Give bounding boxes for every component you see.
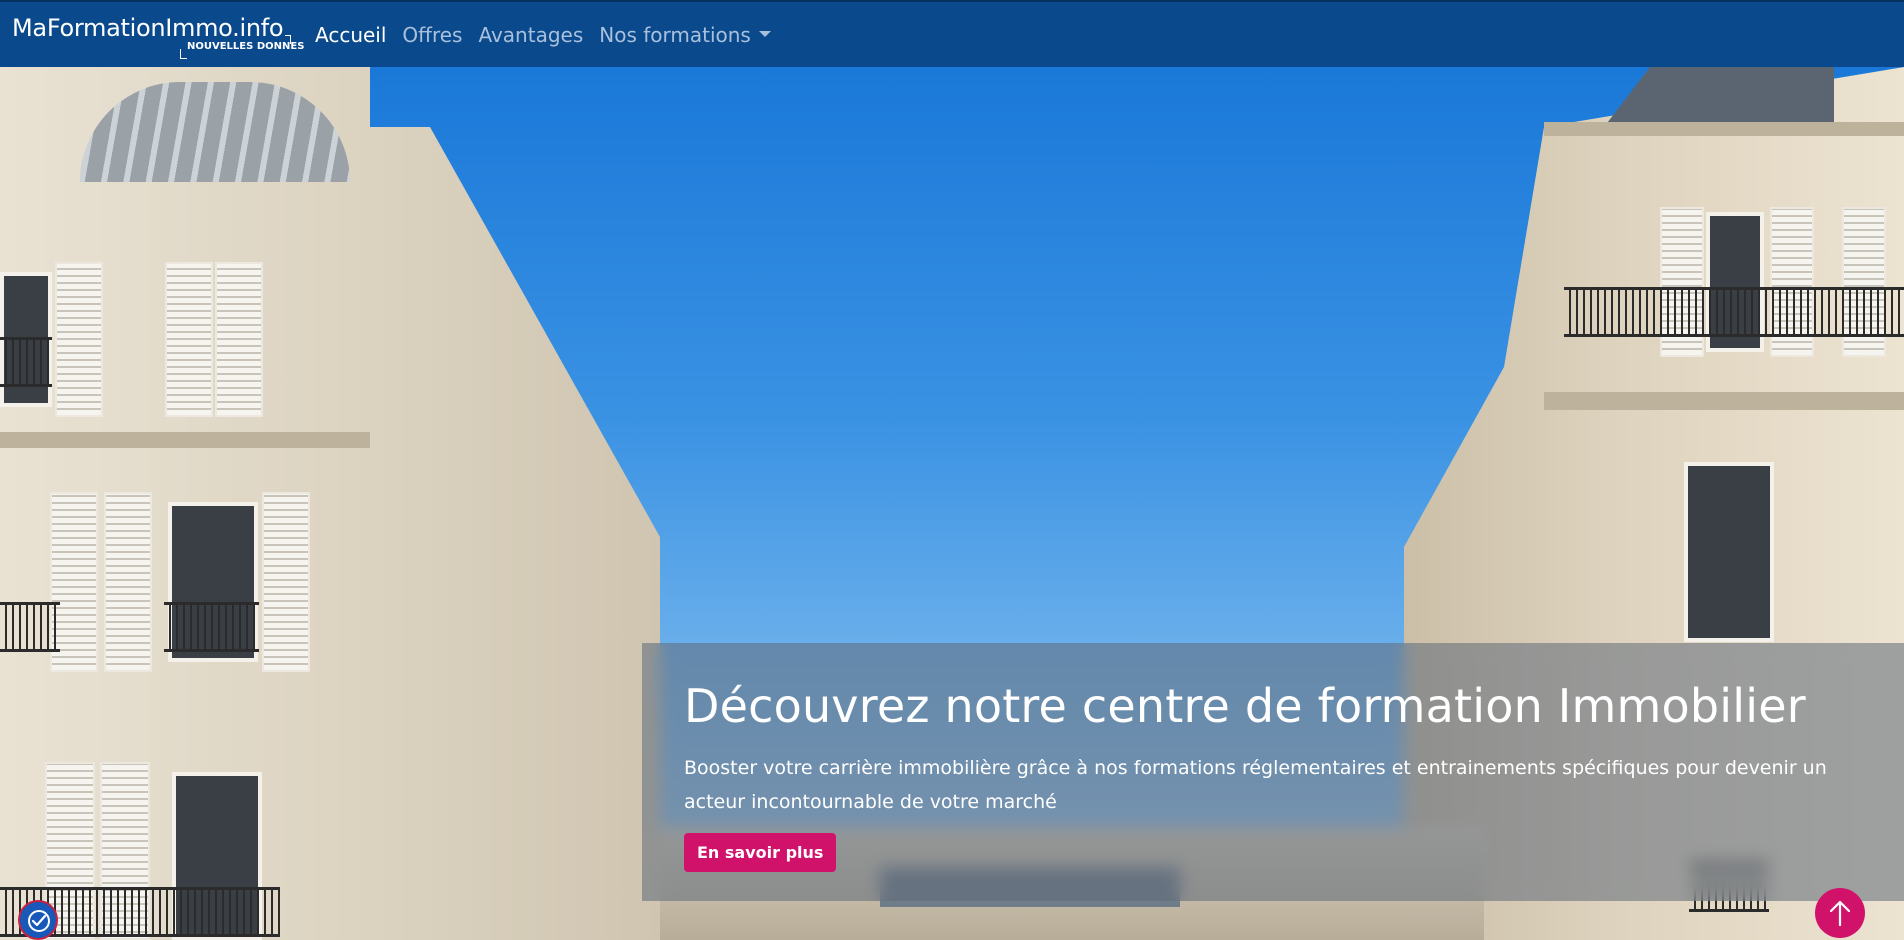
roof-right-image — [1604, 67, 1834, 127]
shutter-image — [104, 492, 152, 672]
back-to-top-button[interactable] — [1815, 888, 1865, 938]
nav-menu: Accueil Offres Avantages Nos formations — [307, 23, 779, 47]
building-left-image — [0, 67, 660, 940]
balcony-image — [164, 602, 259, 652]
cornice-image — [1544, 122, 1904, 136]
shutter-image — [55, 262, 103, 417]
chevron-down-icon — [758, 31, 771, 37]
shutter-image — [215, 262, 263, 417]
nav-item-accueil[interactable]: Accueil — [307, 23, 394, 47]
learn-more-button[interactable]: En savoir plus — [684, 833, 837, 872]
hero-description: Booster votre carrière immobilière grâce… — [684, 757, 1827, 813]
shutter-image — [262, 492, 310, 672]
nav-item-offres[interactable]: Offres — [394, 23, 470, 47]
arrow-up-icon — [1829, 900, 1851, 927]
hero-caption: Découvrez notre centre de formation Immo… — [642, 643, 1904, 901]
brand-logo[interactable]: MaFormationImmo.info NOUVELLES DONNES — [12, 7, 304, 63]
shutter-image — [165, 262, 213, 417]
navbar: MaFormationImmo.info NOUVELLES DONNES Ac… — [0, 0, 1904, 67]
logo-corner-right — [285, 34, 291, 44]
nav-item-avantages[interactable]: Avantages — [470, 23, 591, 47]
hero-banner: Découvrez notre centre de formation Immo… — [0, 67, 1904, 940]
logo-corner-left — [180, 48, 187, 59]
brand-name: MaFormationImmo.info — [12, 13, 284, 42]
balcony-image — [1564, 287, 1904, 337]
hero-title: Découvrez notre centre de formation Immo… — [684, 679, 1806, 733]
nav-item-nos-formations[interactable]: Nos formations — [591, 23, 779, 47]
cornice-image — [1544, 392, 1904, 410]
cookie-consent-button[interactable] — [18, 900, 58, 940]
balcony-image — [0, 337, 52, 387]
cornice-image — [0, 432, 370, 448]
cookie-consent-icon — [28, 910, 50, 932]
window-image — [1684, 462, 1774, 642]
balcony-image — [0, 602, 60, 652]
